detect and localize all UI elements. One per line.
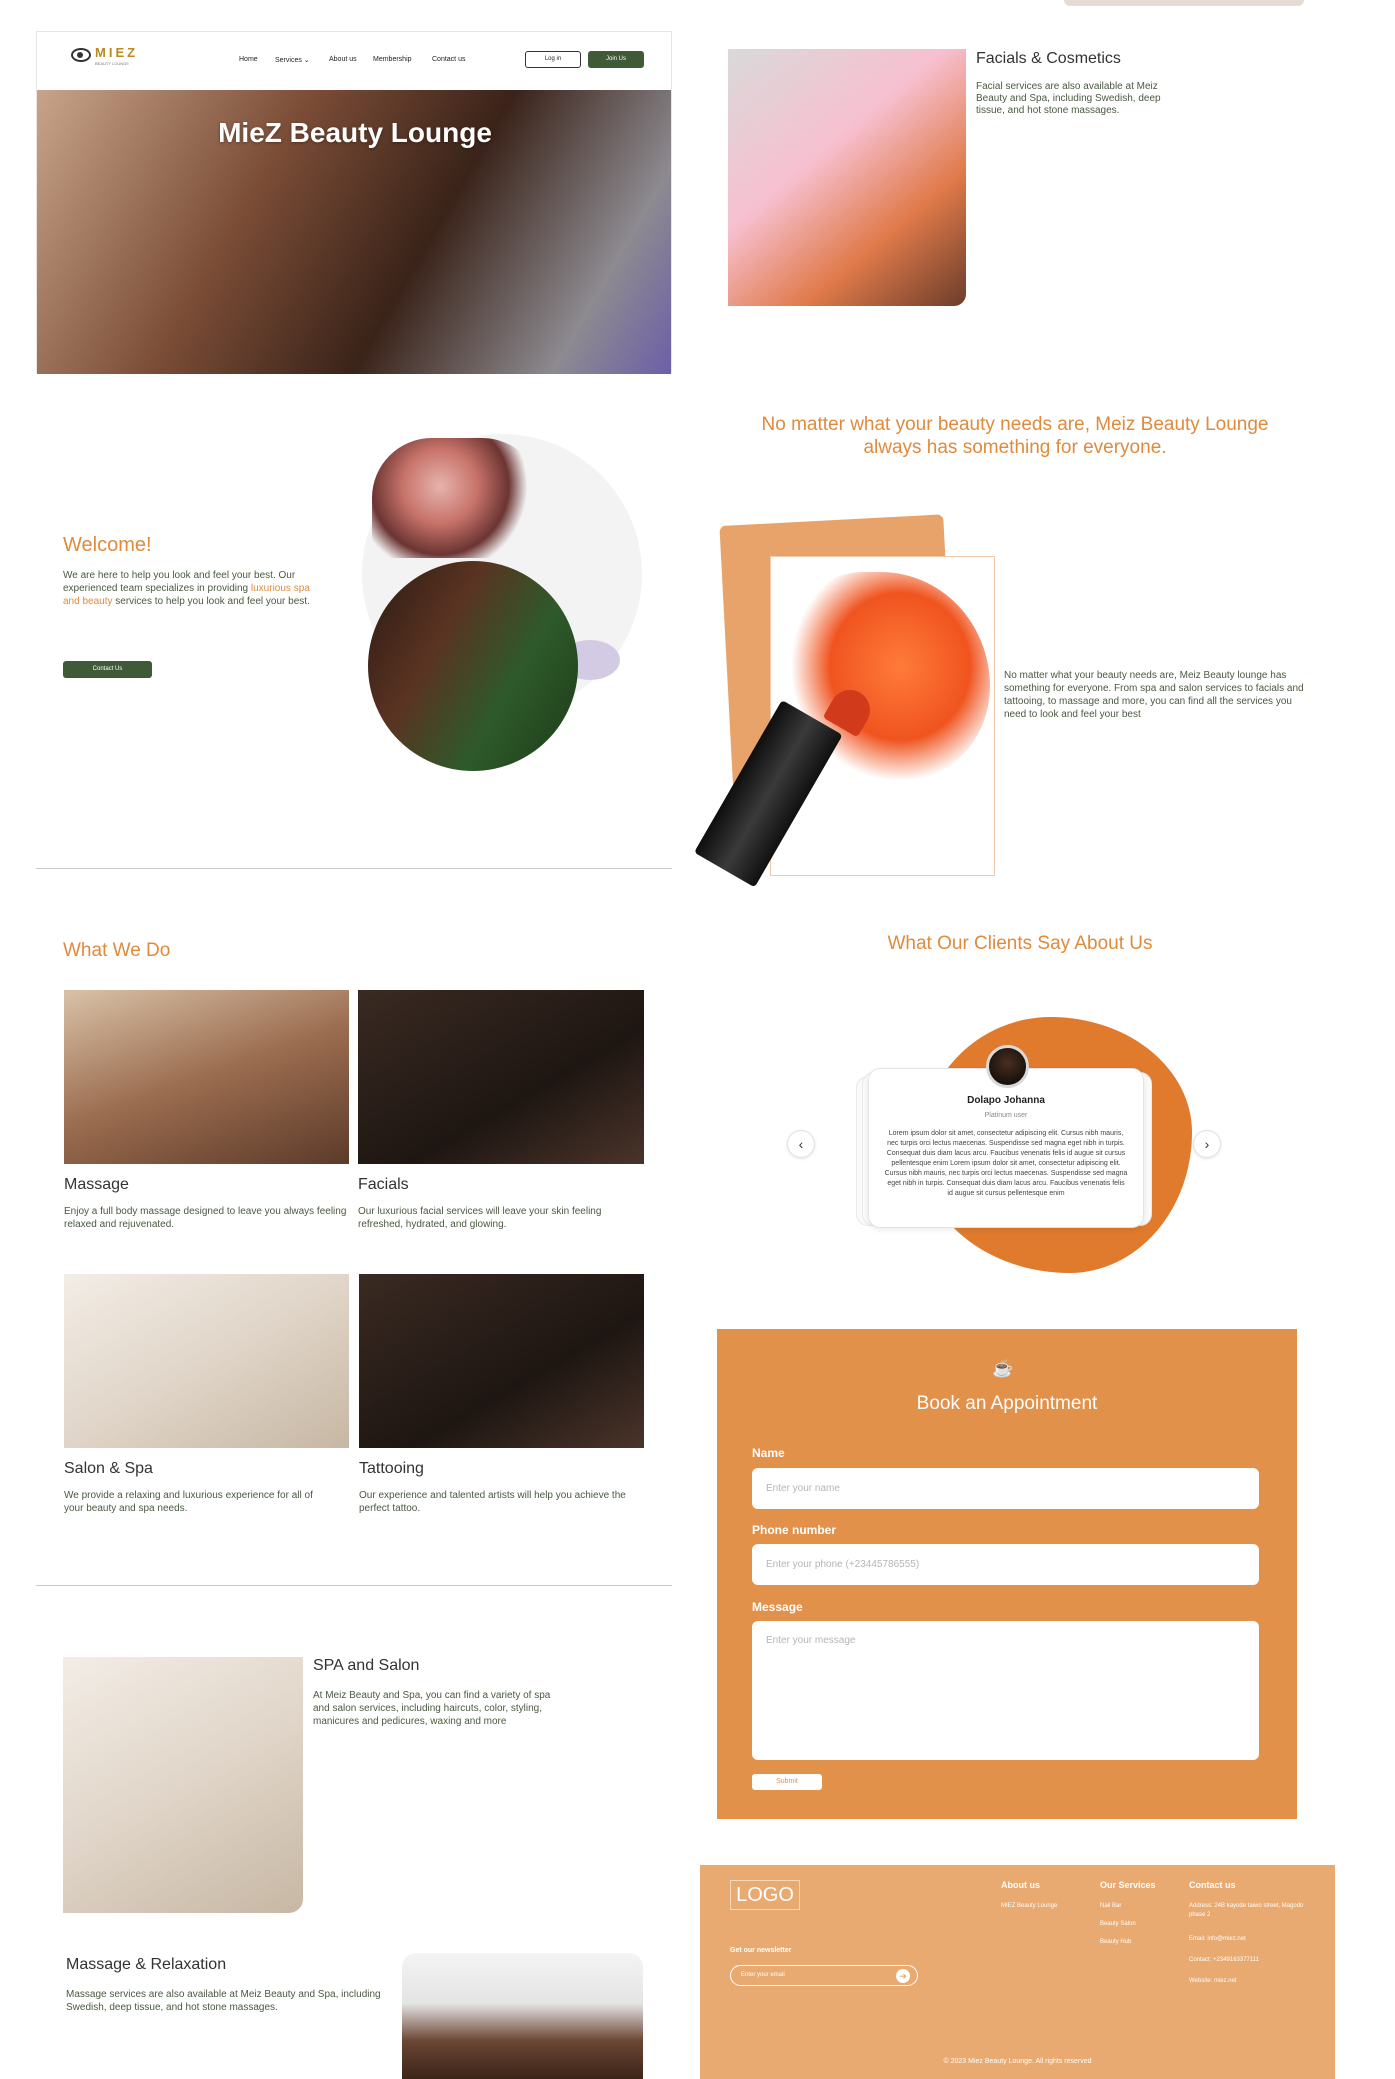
facials-cosmetics-text: Facial services are also available at Me… xyxy=(976,81,1161,116)
avatar xyxy=(986,1045,1029,1088)
section-divider xyxy=(36,1585,672,1586)
facials-cosmetics-image xyxy=(728,49,966,306)
footer-contact-phone[interactable]: Contact: +2349163377111 xyxy=(1189,1956,1259,1965)
phone-input[interactable]: Enter your phone (+23445786555) xyxy=(752,1544,1259,1585)
welcome-text-part2: services to help you look and feel your … xyxy=(115,596,310,607)
newsletter-email-input[interactable]: Enter your email xyxy=(730,1965,918,1986)
section-divider xyxy=(36,868,672,869)
massage-relaxation-text: Massage services are also available at M… xyxy=(66,1989,381,2013)
booking-title: Book an Appointment xyxy=(916,1393,1098,1414)
lipstick-text: No matter what your beauty needs are, Me… xyxy=(1004,670,1304,720)
footer-services-item[interactable]: Beauty Salon xyxy=(1100,1920,1136,1929)
service-text: Our luxurious facial services will leave… xyxy=(358,1206,602,1230)
salon-spa-image xyxy=(64,1274,349,1448)
submit-button[interactable]: Submit xyxy=(752,1774,822,1790)
facials-image xyxy=(358,990,644,1164)
service-title: Facials xyxy=(358,1176,409,1193)
footer-contact-email[interactable]: Email: info@miez.net xyxy=(1189,1935,1246,1944)
nav-services[interactable]: Services ⌄ xyxy=(275,56,310,64)
message-input[interactable]: Enter your message xyxy=(752,1621,1259,1760)
spa-salon-text: At Meiz Beauty and Spa, you can find a v… xyxy=(313,1690,551,1727)
service-text: We provide a relaxing and luxurious expe… xyxy=(64,1490,313,1514)
footer-about-item[interactable]: MIEZ Beauty Lounge xyxy=(1001,1902,1057,1911)
name-input[interactable]: Enter your name xyxy=(752,1468,1259,1509)
service-title: Massage xyxy=(64,1176,129,1193)
phone-label: Phone number xyxy=(752,1523,837,1537)
spa-salon-title: SPA and Salon xyxy=(313,1657,420,1674)
spa-salon-image xyxy=(63,1657,303,1913)
service-title: Salon & Spa xyxy=(64,1460,153,1477)
flowers-image xyxy=(372,438,542,558)
message-label: Message xyxy=(752,1600,803,1614)
newsletter-label: Get our newsletter xyxy=(730,1947,792,1954)
join-button[interactable]: Join Us xyxy=(588,51,644,68)
logo-text[interactable]: MIEZ xyxy=(95,45,138,60)
nav-membership[interactable]: Membership xyxy=(373,56,412,63)
quote-text: No matter what your beauty needs are, Me… xyxy=(761,414,1269,458)
testimonial-role: Platinum user xyxy=(984,1112,1028,1119)
portrait-image xyxy=(368,561,578,771)
chevron-down-icon: ⌄ xyxy=(303,57,310,64)
tattooing-image xyxy=(359,1274,644,1448)
testimonials-title: What Our Clients Say About Us xyxy=(887,933,1153,954)
footer-contact-address: Address: 24B kayode taiwo street, Magodo… xyxy=(1189,1903,1304,1918)
massage-relaxation-image xyxy=(402,1953,643,2079)
footer-contact-title: Contact us xyxy=(1189,1880,1236,1890)
nav-about[interactable]: About us xyxy=(329,56,357,63)
what-we-do-title: What We Do xyxy=(63,940,171,961)
logo-subtext: BEAUTY LOUNGE xyxy=(95,61,129,66)
footer-services-item[interactable]: Nail Bar xyxy=(1100,1902,1121,1911)
contact-us-button[interactable]: Contact Us xyxy=(63,661,152,678)
eye-logo-icon[interactable] xyxy=(71,48,91,62)
welcome-title: Welcome! xyxy=(63,534,152,556)
image-edge xyxy=(1064,0,1304,6)
next-arrow-icon[interactable]: › xyxy=(1193,1130,1221,1158)
facials-cosmetics-title: Facials & Cosmetics xyxy=(976,50,1121,67)
hero-section: MIEZ BEAUTY LOUNGE Home Services ⌄ About… xyxy=(36,31,672,374)
service-text: Our experience and talented artists will… xyxy=(359,1490,626,1514)
service-title: Tattooing xyxy=(359,1460,424,1477)
footer-about-title: About us xyxy=(1001,1880,1040,1890)
footer-services-title: Our Services xyxy=(1100,1880,1156,1890)
welcome-text: We are here to help you look and feel yo… xyxy=(63,569,318,608)
service-text: Enjoy a full body massage designed to le… xyxy=(64,1206,347,1230)
testimonial-name: Dolapo Johanna xyxy=(967,1095,1045,1106)
testimonial-text: Lorem ipsum dolor sit amet, consectetur … xyxy=(884,1130,1128,1197)
nav-services-label: Services xyxy=(275,57,302,64)
login-button[interactable]: Log in xyxy=(525,51,581,68)
navbar: MIEZ BEAUTY LOUNGE Home Services ⌄ About… xyxy=(37,32,671,90)
massage-relaxation-title: Massage & Relaxation xyxy=(66,1956,227,1973)
nav-home[interactable]: Home xyxy=(239,56,258,63)
copyright-text: © 2023 Miez Beauty Lounge. All rights re… xyxy=(943,2058,1092,2065)
nav-contact[interactable]: Contact us xyxy=(432,56,465,63)
hero-title: MieZ Beauty Lounge xyxy=(218,117,492,148)
name-label: Name xyxy=(752,1446,785,1460)
prev-arrow-icon[interactable]: ‹ xyxy=(787,1130,815,1158)
footer-logo[interactable]: LOGO xyxy=(730,1880,800,1910)
arrow-right-icon[interactable]: ➜ xyxy=(896,1969,910,1983)
footer-services-item[interactable]: Beauty Hub xyxy=(1100,1938,1131,1947)
coffee-icon: ☕ xyxy=(992,1359,1014,1378)
footer-contact-website[interactable]: Website: miez.net xyxy=(1189,1977,1237,1986)
massage-image xyxy=(64,990,349,1164)
